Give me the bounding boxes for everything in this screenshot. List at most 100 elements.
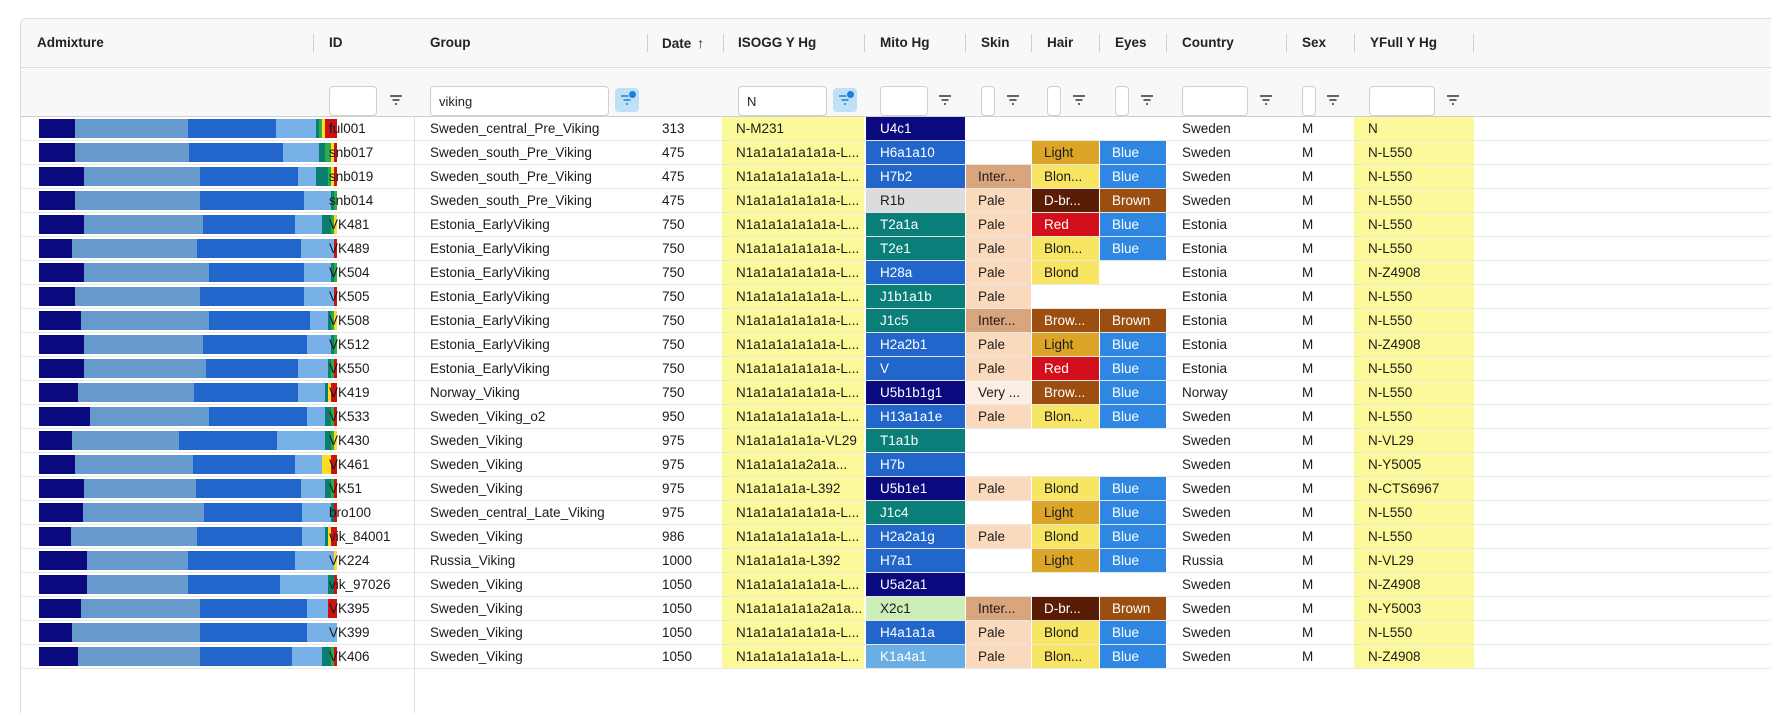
cell-eyes <box>1100 285 1166 308</box>
cell-group: Estonia_EarlyViking <box>430 361 550 376</box>
cell-mito: R1b <box>866 189 965 212</box>
table-row[interactable]: snb019 Sweden_south_Pre_Viking 475 N1a1a1a1… <box>21 165 1771 189</box>
yfull-filter-button[interactable] <box>1441 88 1465 112</box>
table-row[interactable]: VK51 Sweden_Viking 975 N1a1a1a1a-L392 U5b1e1… <box>21 477 1771 501</box>
header-country[interactable]: Country <box>1166 19 1286 67</box>
yfull-filter-input[interactable] <box>1369 86 1435 116</box>
country-filter-button[interactable] <box>1254 88 1278 112</box>
table-row[interactable]: VK461 Sweden_Viking 975 N1a1a1a1a2a1a... H7b… <box>21 453 1771 477</box>
cell-hair <box>1032 453 1099 476</box>
hair-filter-input[interactable] <box>1047 86 1061 116</box>
header-isogg-y-hg[interactable]: ISOGG Y Hg <box>722 19 864 67</box>
cell-skin <box>966 429 1031 452</box>
admixture-segment <box>84 479 196 498</box>
admixture-segment <box>196 239 302 258</box>
cell-isogg: N1a1a1a1a1a1a-L... <box>722 357 864 380</box>
cell-isogg: N1a1a1a1a1a1a-L... <box>722 237 864 260</box>
mito-filter-button[interactable] <box>933 88 957 112</box>
skin-filter-button[interactable] <box>1001 88 1025 112</box>
cell-date: 975 <box>662 433 685 448</box>
cell-skin <box>966 141 1031 164</box>
id-filter-button[interactable] <box>384 88 408 112</box>
admixture-bar <box>39 599 337 618</box>
group-filter-button-active[interactable] <box>615 88 639 112</box>
mito-filter-input[interactable] <box>880 86 928 116</box>
table-row[interactable]: snb017 Sweden_south_Pre_Viking 475 N1a1a1a1… <box>21 141 1771 165</box>
cell-group: Estonia_EarlyViking <box>430 217 550 232</box>
header-date[interactable]: Date ↑ <box>646 19 723 67</box>
cell-country: Estonia <box>1182 289 1228 304</box>
id-filter-input[interactable] <box>329 86 377 116</box>
cell-country: Estonia <box>1182 361 1228 376</box>
table-row[interactable]: VK505 Estonia_EarlyViking 750 N1a1a1a1a1a1a… <box>21 285 1771 309</box>
table-row[interactable]: vik_84001 Sweden_Viking 986 N1a1a1a1a1a1a-L… <box>21 525 1771 549</box>
table-row[interactable]: VK504 Estonia_EarlyViking 750 N1a1a1a1a1a1a… <box>21 261 1771 285</box>
sex-filter-button[interactable] <box>1321 88 1345 112</box>
table-body: ful001 Sweden_central_Pre_Viking 313 N-M231… <box>21 117 1771 669</box>
data-grid: Admixture ID Group Date ↑ ISOGG Y Hg Mito… <box>20 18 1771 713</box>
cell-sex: M <box>1302 433 1314 448</box>
header-yfull-y-hg[interactable]: YFull Y Hg <box>1354 19 1474 67</box>
cell-isogg: N1a1a1a1a1a-VL29 <box>722 429 864 452</box>
table-row[interactable]: snb014 Sweden_south_Pre_Viking 475 N1a1a1a1… <box>21 189 1771 213</box>
cell-country: Sweden <box>1182 649 1231 664</box>
isogg-filter-input[interactable] <box>738 86 827 116</box>
admixture-bar <box>39 119 337 138</box>
header-eyes[interactable]: Eyes <box>1099 19 1166 67</box>
cell-eyes: Blue <box>1100 141 1166 164</box>
header-mito-hg[interactable]: Mito Hg <box>864 19 965 67</box>
table-row[interactable]: VK550 Estonia_EarlyViking 750 N1a1a1a1a1a1a… <box>21 357 1771 381</box>
cell-date: 950 <box>662 409 685 424</box>
table-row[interactable]: ful001 Sweden_central_Pre_Viking 313 N-M231… <box>21 117 1771 141</box>
table-row[interactable]: VK224 Russia_Viking 1000 N1a1a1a1a-L392 H7a1… <box>21 549 1771 573</box>
table-row[interactable]: VK481 Estonia_EarlyViking 750 N1a1a1a1a1a1a… <box>21 213 1771 237</box>
header-skin[interactable]: Skin <box>965 19 1031 67</box>
table-row[interactable]: VK533 Sweden_Viking_o2 950 N1a1a1a1a1a1a-L.… <box>21 405 1771 429</box>
sex-filter-input[interactable] <box>1302 86 1316 116</box>
country-filter-input[interactable] <box>1182 86 1248 116</box>
cell-skin: Pale <box>966 357 1031 380</box>
header-sex[interactable]: Sex <box>1286 19 1354 67</box>
eyes-filter-button[interactable] <box>1135 88 1159 112</box>
column-resize-handle[interactable] <box>1473 34 1474 52</box>
cell-group: Estonia_EarlyViking <box>430 265 550 280</box>
admixture-segment <box>205 359 299 378</box>
cell-country: Sweden <box>1182 409 1231 424</box>
cell-eyes: Brown <box>1100 189 1166 212</box>
table-row[interactable]: VK406 Sweden_Viking 1050 N1a1a1a1a1a1a-L...… <box>21 645 1771 669</box>
header-hair[interactable]: Hair <box>1031 19 1099 67</box>
table-row[interactable]: VK430 Sweden_Viking 975 N1a1a1a1a1a-VL29 T1a… <box>21 429 1771 453</box>
cell-isogg: N1a1a1a1a1a2a1a... <box>722 597 864 620</box>
eyes-filter-input[interactable] <box>1115 86 1129 116</box>
admixture-segment <box>179 431 278 450</box>
table-row[interactable]: VK399 Sweden_Viking 1050 N1a1a1a1a1a1a-L...… <box>21 621 1771 645</box>
header-id[interactable]: ID <box>313 19 414 67</box>
cell-eyes: Blue <box>1100 477 1166 500</box>
table-row[interactable]: VK395 Sweden_Viking 1050 N1a1a1a1a1a2a1a...… <box>21 597 1771 621</box>
header-group[interactable]: Group <box>414 19 647 67</box>
cell-isogg: N1a1a1a1a1a1a-L... <box>722 189 864 212</box>
hair-filter-button[interactable] <box>1067 88 1091 112</box>
table-row[interactable]: bro100 Sweden_central_Late_Viking 975 N1a1a… <box>21 501 1771 525</box>
table-row[interactable]: VK508 Estonia_EarlyViking 750 N1a1a1a1a1a1a… <box>21 309 1771 333</box>
table-row[interactable]: vik_97026 Sweden_Viking 1050 N1a1a1a1a1a1a-… <box>21 573 1771 597</box>
admixture-bar <box>39 575 337 594</box>
cell-sex: M <box>1302 337 1314 352</box>
cell-hair: Blond <box>1032 477 1099 500</box>
cell-hair: Blond <box>1032 525 1099 548</box>
table-row[interactable]: VK419 Norway_Viking 750 N1a1a1a1a1a1a-L... U… <box>21 381 1771 405</box>
header-admixture[interactable]: Admixture <box>21 19 313 67</box>
cell-sex: M <box>1302 457 1314 472</box>
cell-date: 313 <box>662 121 685 136</box>
skin-filter-input[interactable] <box>981 86 995 116</box>
isogg-filter-button-active[interactable] <box>833 88 857 112</box>
cell-yfull: N-CTS6967 <box>1354 477 1474 500</box>
cell-yfull: N-L550 <box>1354 165 1474 188</box>
cell-yfull: N-L550 <box>1354 237 1474 260</box>
table-row[interactable]: VK489 Estonia_EarlyViking 750 N1a1a1a1a1a1a… <box>21 237 1771 261</box>
cell-date: 1050 <box>662 649 693 664</box>
table-row[interactable]: VK512 Estonia_EarlyViking 750 N1a1a1a1a1a1a… <box>21 333 1771 357</box>
header-country-label: Country <box>1182 35 1234 50</box>
cell-skin: Pale <box>966 237 1031 260</box>
group-filter-input[interactable] <box>430 86 609 116</box>
